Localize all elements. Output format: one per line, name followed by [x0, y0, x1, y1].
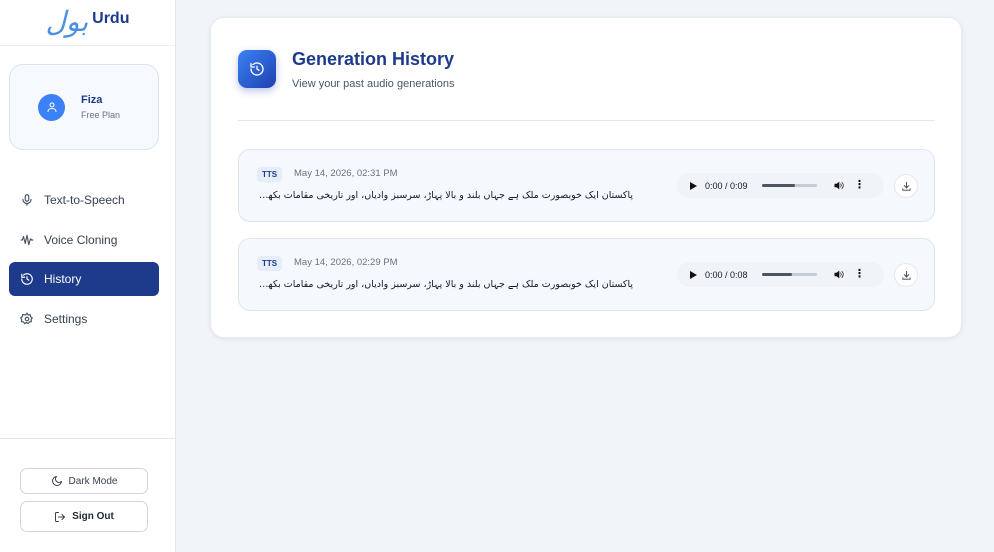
download-button[interactable] [894, 263, 918, 287]
play-icon[interactable] [690, 181, 697, 190]
waveform-icon [20, 234, 34, 245]
sidebar-item-label: History [44, 272, 82, 286]
user-icon [46, 102, 57, 113]
download-icon [901, 270, 911, 280]
sidebar-item-history[interactable]: History [9, 262, 159, 296]
volume-icon [834, 270, 844, 279]
microphone-icon [22, 194, 32, 206]
sign-out-label: Sign Out [72, 511, 114, 522]
timestamp: May 14, 2026, 02:31 PM [294, 168, 398, 179]
user-name: Fiza [81, 94, 103, 106]
generated-text: پاکستان ایک خوبصورت ملک ہے جہاں بلند و ب… [257, 279, 633, 290]
sidebar-item-label: Settings [44, 311, 88, 326]
sidebar-item-text-to-speech[interactable]: Text-to-Speech [9, 183, 159, 217]
type-badge: TTS [257, 167, 283, 182]
sign-out-icon [55, 511, 66, 522]
gear-icon [20, 312, 33, 324]
logo-mark: بول [45, 5, 89, 38]
divider [238, 120, 935, 121]
history-item: TTS May 14, 2026, 02:31 PM پاکستان ایک خ… [238, 149, 935, 222]
app-logo[interactable]: بول Urdu [0, 0, 175, 46]
sign-out-button[interactable]: Sign Out [20, 501, 148, 532]
audio-seek-bar[interactable] [762, 273, 817, 276]
page-subtitle: View your past audio generations [292, 78, 455, 90]
download-icon [901, 181, 911, 191]
sidebar-item-label: Text-to-Speech [44, 193, 125, 207]
avatar [38, 93, 65, 121]
user-info: Fiza Free Plan [81, 94, 120, 120]
generated-text: پاکستان ایک خوبصورت ملک ہے جہاں بلند و ب… [257, 190, 633, 201]
audio-seek-bar[interactable] [762, 184, 817, 187]
sidebar-item-settings[interactable]: Settings [9, 302, 159, 336]
history-icon [250, 62, 264, 76]
more-options-icon[interactable]: ⋮ [854, 269, 865, 280]
sidebar-nav: Text-to-Speech Voice Cloning History Set… [9, 183, 159, 341]
audio-seek-fill [762, 184, 795, 187]
audio-player: 0:00 / 0:08 ⋮ [677, 262, 884, 287]
timestamp: May 14, 2026, 02:29 PM [294, 257, 398, 268]
audio-time: 0:00 / 0:08 [705, 269, 748, 280]
sidebar-footer: Dark Mode Sign Out [0, 438, 176, 552]
moon-icon [51, 476, 62, 486]
history-icon [21, 273, 33, 285]
dark-mode-button[interactable]: Dark Mode [20, 468, 148, 494]
volume-icon [834, 181, 844, 190]
volume-button[interactable] [833, 269, 844, 280]
sidebar-item-voice-cloning[interactable]: Voice Cloning [9, 223, 159, 257]
sidebar-item-label: Voice Cloning [44, 232, 118, 247]
page-title: Generation History [292, 49, 455, 69]
user-card: Fiza Free Plan [9, 64, 159, 150]
audio-time: 0:00 / 0:09 [705, 180, 748, 191]
header-icon-badge [238, 50, 276, 88]
history-item: TTS May 14, 2026, 02:29 PM پاکستان ایک خ… [238, 238, 935, 311]
type-badge: TTS [257, 256, 283, 271]
audio-seek-fill [762, 273, 793, 276]
download-button[interactable] [894, 174, 918, 198]
more-options-icon[interactable]: ⋮ [854, 180, 865, 191]
user-plan: Free Plan [81, 110, 121, 120]
dark-mode-label: Dark Mode [68, 475, 118, 487]
history-card: Generation History View your past audio … [210, 17, 962, 338]
audio-player: 0:00 / 0:09 ⋮ [677, 173, 884, 198]
play-icon[interactable] [690, 270, 697, 279]
volume-button[interactable] [833, 180, 844, 191]
sidebar: بول Urdu Fiza Free Plan Text-to-Speech V… [0, 0, 176, 552]
logo-text: Urdu [92, 10, 130, 27]
